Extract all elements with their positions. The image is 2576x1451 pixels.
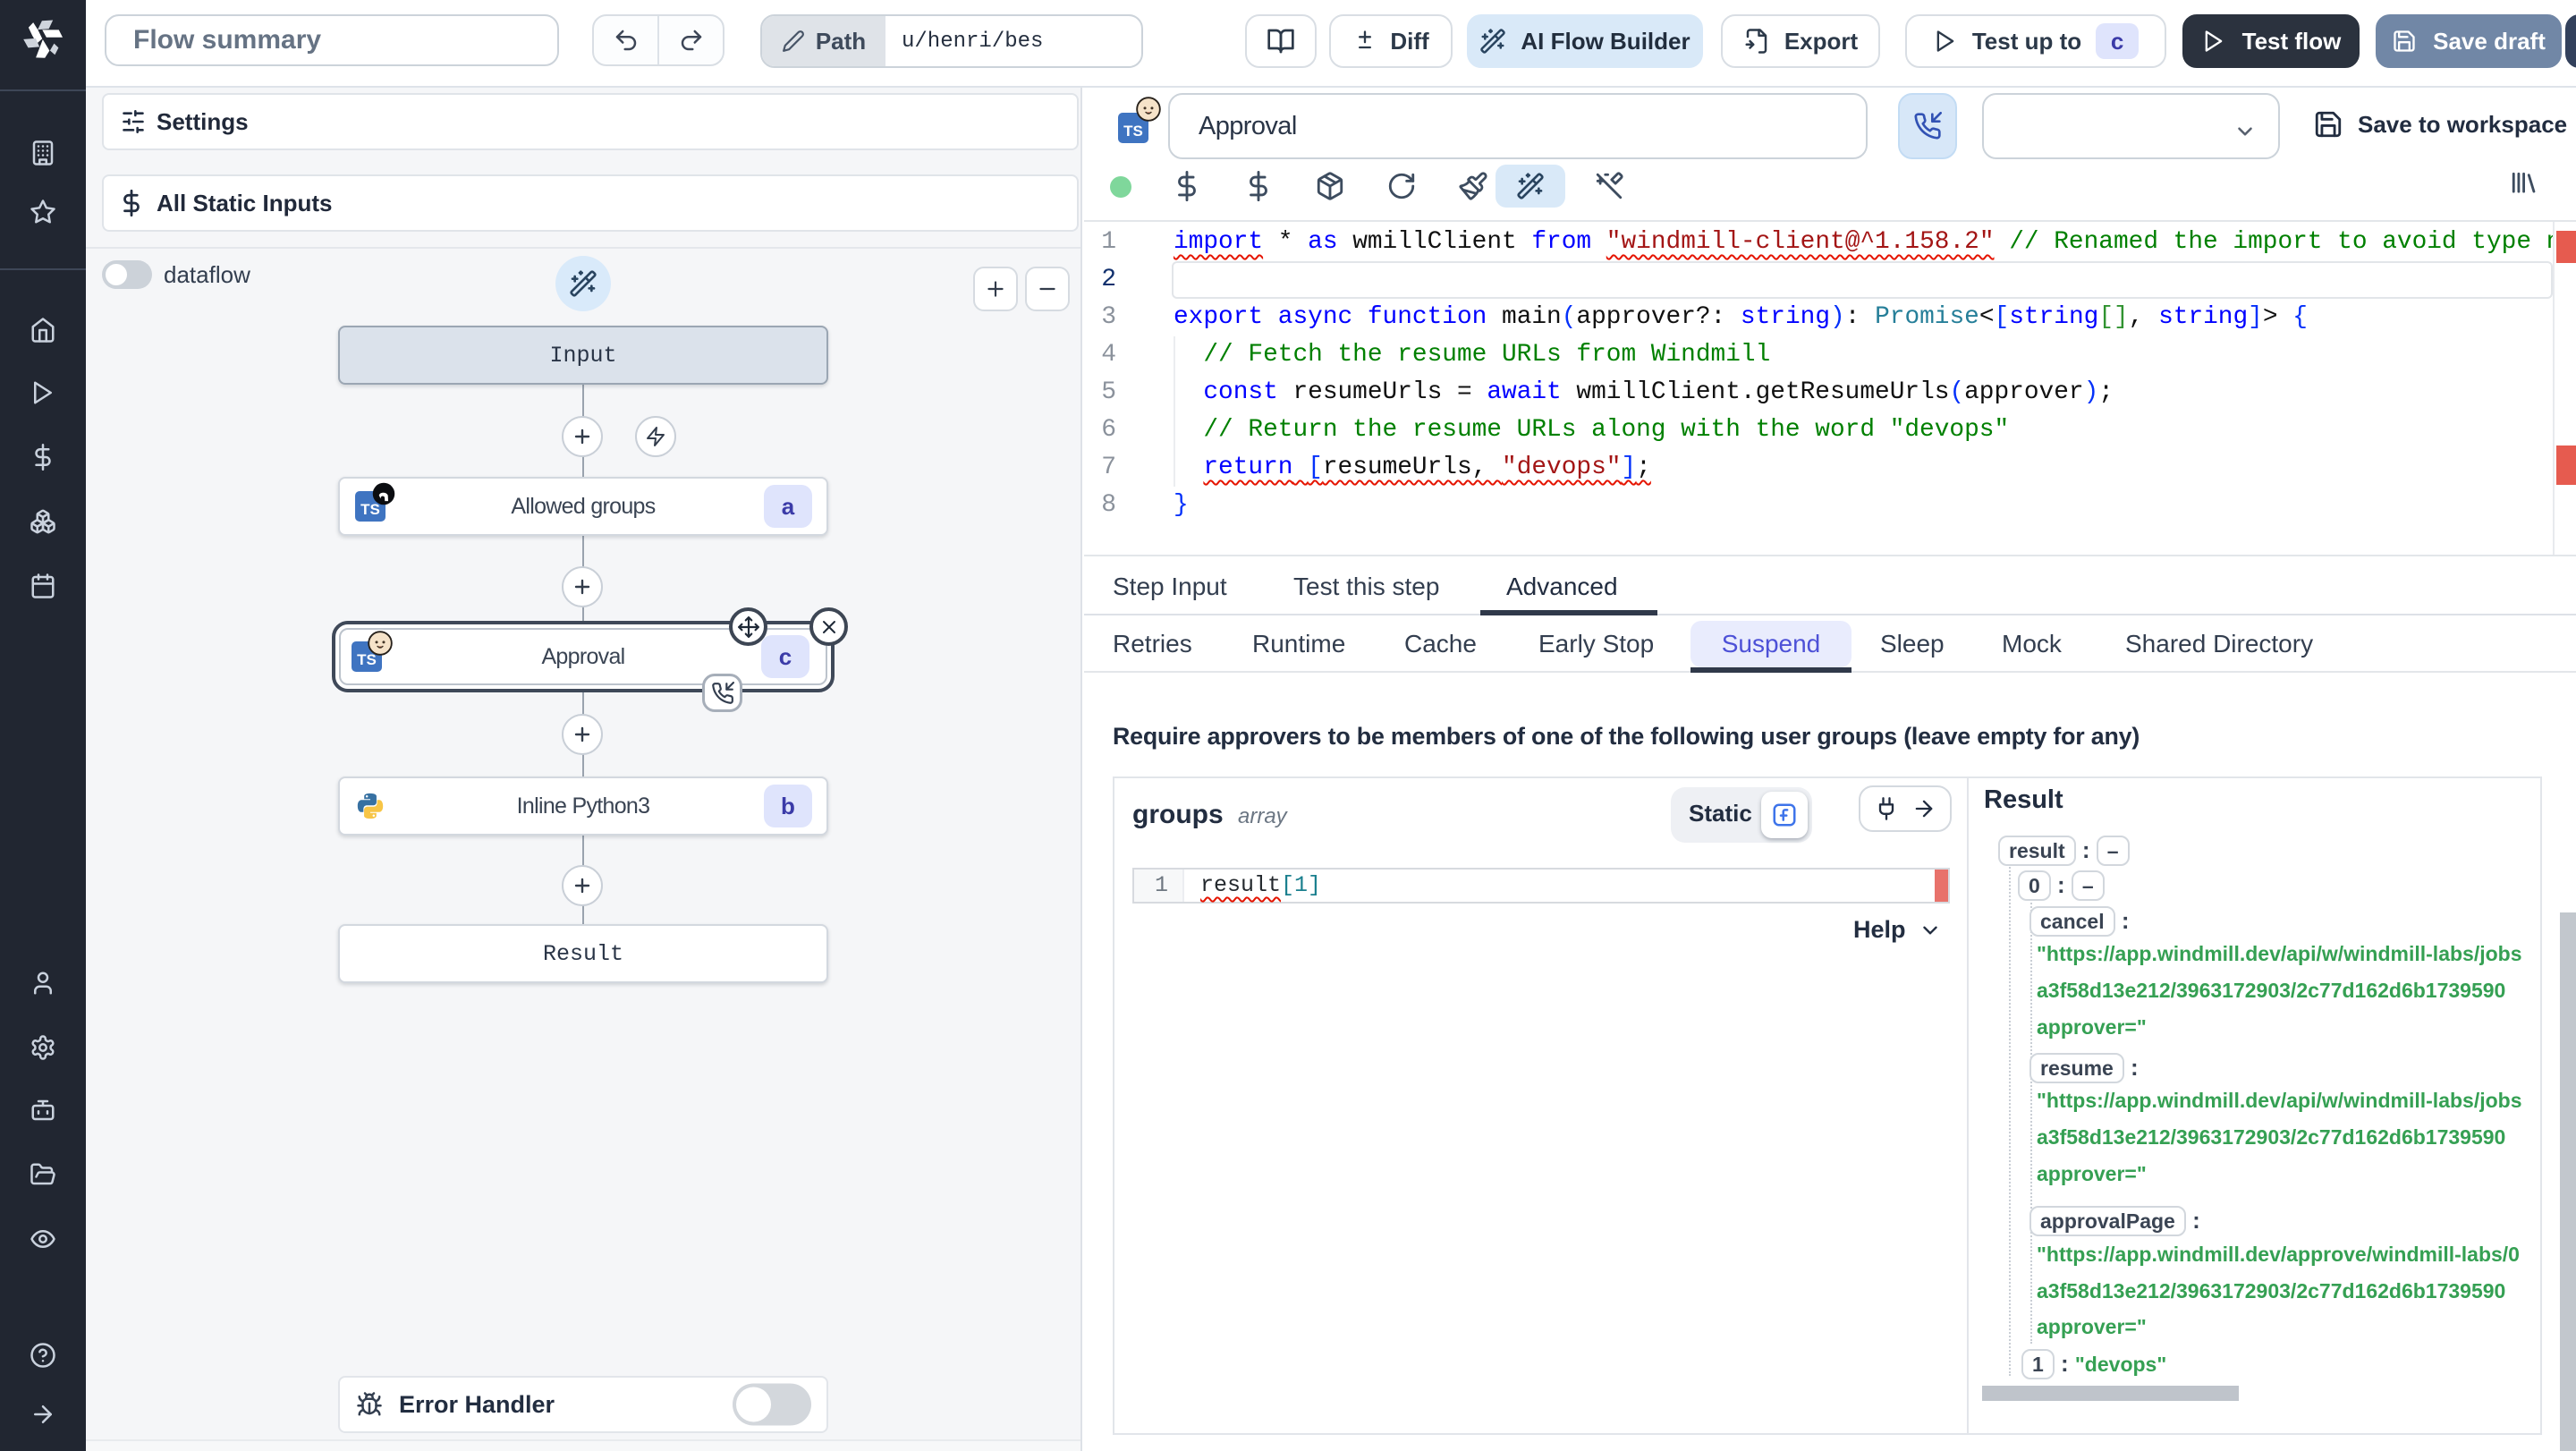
svg-text:TS: TS — [1123, 123, 1143, 140]
